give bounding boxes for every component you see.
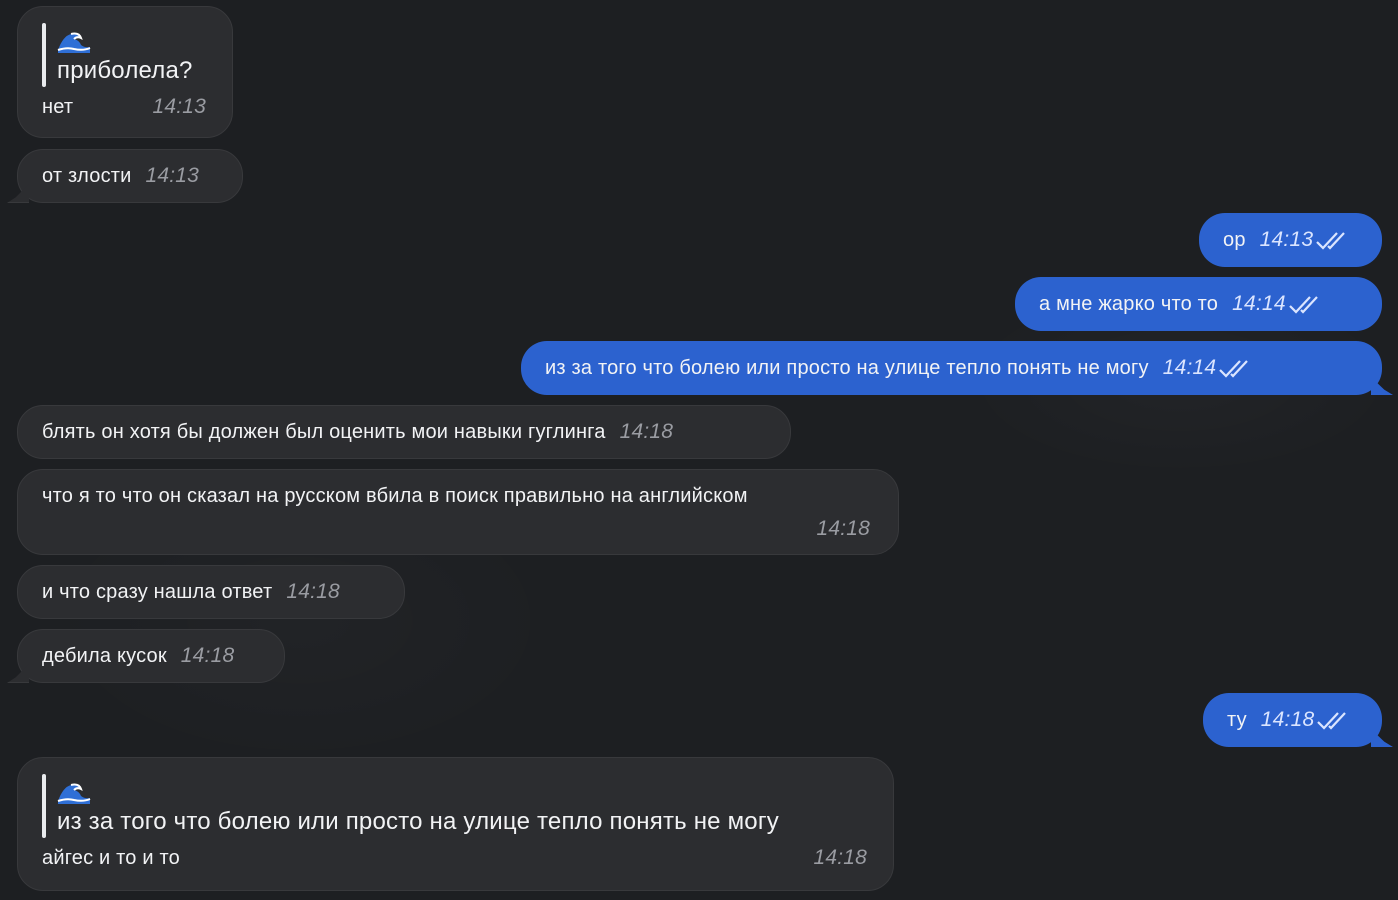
reply-quoted-text: из за того что болею или просто на улице… bbox=[57, 808, 779, 835]
message-bubble-incoming[interactable]: и что сразу нашла ответ 14:18 bbox=[17, 565, 405, 619]
message-bubble-incoming[interactable]: что я то что он сказал на русском вбила … bbox=[17, 469, 899, 555]
message-text: от злости bbox=[42, 164, 132, 187]
message-time: 14:18 bbox=[286, 580, 340, 603]
message-text: дебила кусок bbox=[42, 644, 167, 667]
message-time: 14:18 bbox=[180, 644, 235, 667]
message-time: 14:13 bbox=[145, 164, 200, 187]
message-text: и что сразу нашла ответ bbox=[42, 580, 273, 603]
message-time: 14:13 bbox=[152, 95, 206, 118]
reply-quote[interactable]: из за того что болею или просто на улице… bbox=[42, 774, 867, 838]
message-time: 14:14 bbox=[1162, 356, 1217, 379]
message-text: ор bbox=[1223, 228, 1246, 251]
reply-quote-bar bbox=[42, 23, 46, 87]
message-bubble-outgoing[interactable]: ор 14:13 bbox=[1199, 213, 1382, 267]
message-text: из за того что болею или просто на улице… bbox=[545, 356, 1149, 379]
wave-emoji-icon bbox=[57, 23, 193, 54]
reply-quote[interactable]: приболела? bbox=[42, 23, 206, 87]
message-bubble-outgoing[interactable]: ту 14:18 bbox=[1203, 693, 1382, 747]
message-time: 14:18 bbox=[619, 420, 674, 443]
message-time: 14:18 bbox=[813, 846, 867, 869]
message-bubble-outgoing[interactable]: а мне жарко что то 14:14 bbox=[1015, 277, 1382, 331]
message-text: нет bbox=[42, 96, 74, 118]
double-check-icon bbox=[1315, 230, 1349, 252]
double-check-icon bbox=[1218, 358, 1252, 380]
reply-quoted-text: приболела? bbox=[57, 57, 193, 84]
message-bubble-incoming[interactable]: блять он хотя бы должен был оценить мои … bbox=[17, 405, 791, 459]
reply-quote-bar bbox=[42, 774, 46, 838]
wave-emoji-icon bbox=[57, 774, 779, 805]
message-time: 14:13 bbox=[1259, 228, 1314, 251]
message-text: что я то что он сказал на русском вбила … bbox=[42, 485, 748, 507]
message-text: айгес и то и то bbox=[42, 847, 180, 869]
message-bubble-incoming[interactable]: дебила кусок 14:18 bbox=[17, 629, 285, 683]
message-bubble-incoming[interactable]: из за того что болею или просто на улице… bbox=[17, 757, 894, 891]
message-time: 14:18 bbox=[1260, 708, 1315, 731]
message-time: 14:14 bbox=[1232, 292, 1286, 315]
message-text: ту bbox=[1227, 708, 1247, 731]
double-check-icon bbox=[1288, 294, 1322, 316]
message-bubble-outgoing[interactable]: из за того что болею или просто на улице… bbox=[521, 341, 1382, 395]
message-bubble-incoming[interactable]: приболела? нет 14:13 bbox=[17, 6, 233, 138]
message-bubble-incoming[interactable]: от злости 14:13 bbox=[17, 149, 243, 203]
message-time: 14:18 bbox=[816, 517, 870, 540]
message-text: а мне жарко что то bbox=[1039, 292, 1219, 315]
message-text: блять он хотя бы должен был оценить мои … bbox=[42, 420, 606, 443]
double-check-icon bbox=[1316, 710, 1350, 732]
